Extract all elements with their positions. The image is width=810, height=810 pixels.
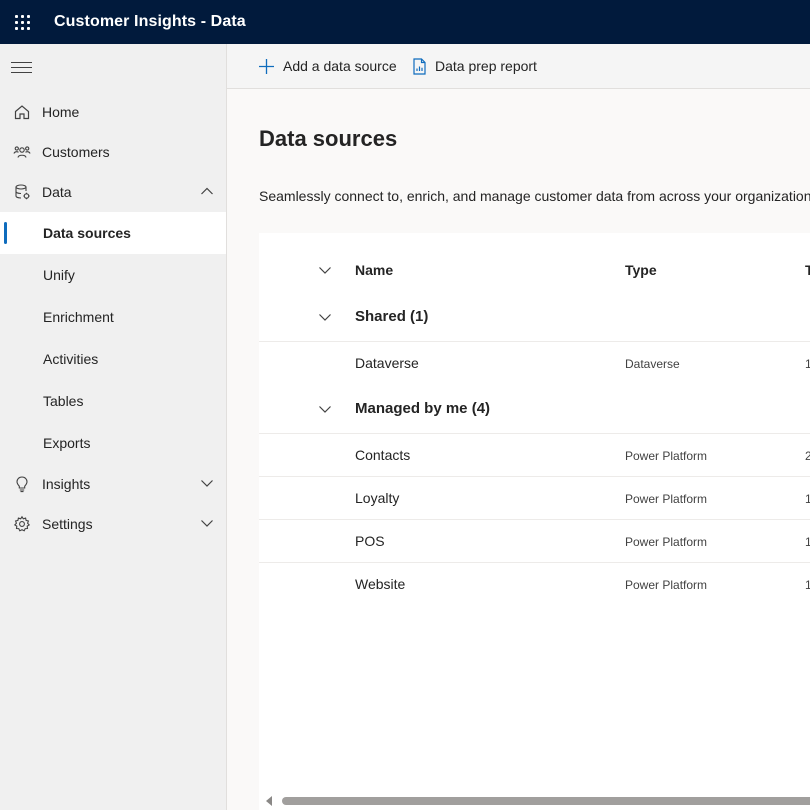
chevron-down-icon[interactable] (200, 518, 214, 528)
page-title: Data sources (259, 126, 398, 151)
lightbulb-icon (16, 476, 28, 493)
table-row[interactable]: POS Power Platform 1 (259, 519, 810, 562)
chevron-down-icon[interactable] (200, 478, 214, 488)
add-data-source-button[interactable]: Add a data source (258, 44, 397, 88)
column-header-extra[interactable]: T (805, 262, 810, 278)
sidebar-item-data[interactable]: Data (0, 172, 226, 212)
sidebar-item-label: Data (42, 184, 72, 200)
table-row[interactable]: Dataverse Dataverse 1 (259, 341, 810, 384)
database-icon (15, 184, 30, 200)
sidebar-item-label: Exports (43, 435, 91, 451)
add-data-source-label: Add a data source (283, 58, 397, 74)
row-extra: 1 (805, 578, 810, 592)
column-header-type[interactable]: Type (625, 262, 657, 278)
add-icon (259, 58, 274, 74)
sidebar-item-label: Customers (42, 144, 110, 160)
row-name[interactable]: POS (355, 533, 385, 549)
chevron-down-icon[interactable] (318, 404, 332, 414)
group-header-shared[interactable]: Shared (1) (259, 299, 810, 341)
row-name[interactable]: Dataverse (355, 355, 419, 371)
people-icon (13, 146, 31, 158)
row-name[interactable]: Loyalty (355, 490, 399, 506)
sidebar-item-insights[interactable]: Insights (0, 464, 226, 504)
row-type: Power Platform (625, 492, 708, 506)
sidebar-subitem-enrichment[interactable]: Enrichment (0, 296, 226, 338)
sidebar-item-label: Insights (42, 476, 91, 492)
horizontal-scrollbar[interactable] (259, 792, 810, 810)
table-header-row: Name Type T (259, 233, 810, 307)
scrollbar-thumb[interactable] (282, 797, 810, 805)
sidebar-subitem-unify[interactable]: Unify (0, 254, 226, 296)
sidebar-item-settings[interactable]: Settings (0, 504, 226, 544)
app-header: Customer Insights - Data (0, 0, 810, 44)
table-row[interactable]: Contacts Power Platform 2 (259, 433, 810, 476)
gear-icon (13, 515, 31, 532)
sidebar: Home Customers Data Data sources Unify E… (0, 44, 227, 810)
report-icon (413, 57, 426, 75)
table-row[interactable]: Website Power Platform 1 (259, 562, 810, 605)
row-extra: 1 (805, 357, 810, 371)
column-header-name[interactable]: Name (355, 262, 393, 278)
sidebar-item-label: Activities (43, 351, 99, 367)
sidebar-subitem-data-sources[interactable]: Data sources (0, 212, 226, 254)
app-title: Customer Insights - Data (54, 13, 246, 30)
sidebar-item-label: Settings (42, 516, 93, 532)
group-title: Managed by me (4) (355, 400, 491, 417)
hamburger-menu-icon[interactable] (11, 61, 33, 75)
collapse-all-chevron-icon[interactable] (318, 265, 332, 275)
home-icon (14, 105, 30, 120)
group-header-managed-by-me[interactable]: Managed by me (4) (259, 391, 810, 433)
chevron-up-icon[interactable] (200, 186, 214, 196)
sidebar-subitem-exports[interactable]: Exports (0, 422, 226, 464)
group-title: Shared (1) (355, 308, 429, 325)
sidebar-item-home[interactable]: Home (0, 92, 226, 132)
row-extra: 2 (805, 449, 810, 463)
row-type: Power Platform (625, 449, 708, 463)
row-type: Dataverse (625, 357, 680, 371)
data-prep-report-button[interactable]: Data prep report (412, 44, 537, 88)
command-bar: Add a data source Data prep report (227, 44, 810, 89)
chevron-down-icon[interactable] (318, 312, 332, 322)
scroll-left-arrow-icon[interactable] (266, 796, 272, 806)
sidebar-item-customers[interactable]: Customers (0, 132, 226, 172)
sidebar-item-label: Tables (43, 393, 84, 409)
sidebar-item-label: Unify (43, 267, 75, 283)
sidebar-item-label: Data sources (43, 225, 131, 241)
table-row[interactable]: Loyalty Power Platform 1 (259, 476, 810, 519)
row-extra: 1 (805, 535, 810, 549)
page-description: Seamlessly connect to, enrich, and manag… (259, 188, 810, 204)
sidebar-subitem-activities[interactable]: Activities (0, 338, 226, 380)
row-name[interactable]: Contacts (355, 447, 410, 463)
data-sources-table: Name Type T Shared (1) Dataverse Dataver… (259, 233, 810, 810)
sidebar-item-label: Enrichment (43, 309, 114, 325)
row-type: Power Platform (625, 535, 708, 549)
row-extra: 1 (805, 492, 810, 506)
data-prep-report-label: Data prep report (435, 58, 537, 74)
row-type: Power Platform (625, 578, 708, 592)
row-name[interactable]: Website (355, 576, 405, 592)
sidebar-item-label: Home (42, 104, 80, 120)
sidebar-subitem-tables[interactable]: Tables (0, 380, 226, 422)
waffle-icon[interactable] (0, 0, 44, 44)
